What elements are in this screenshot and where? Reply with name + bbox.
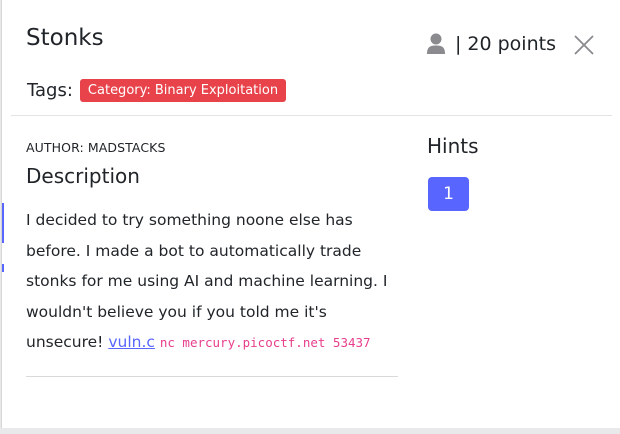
challenge-title: Stonks (26, 25, 104, 51)
hint-button-1[interactable]: 1 (428, 177, 469, 211)
user-icon (427, 33, 445, 55)
description-divider (26, 376, 398, 377)
tags-label: Tags: (27, 80, 73, 101)
left-accent-bar-small (2, 264, 4, 272)
points-separator: | (455, 33, 462, 55)
points-display: | 20 points (427, 33, 556, 55)
description-body: I decided to try something noone else ha… (26, 205, 401, 359)
description-text: I decided to try something noone else ha… (26, 211, 388, 351)
file-link[interactable]: vuln.c (108, 333, 155, 351)
left-accent-bar (2, 203, 4, 243)
points-value: 20 points (467, 33, 556, 55)
tags-row: Tags: Category: Binary Exploitation (27, 79, 287, 102)
challenge-modal: Stonks | 20 points Tags: Category: Binar… (1, 0, 620, 428)
connect-command: nc mercury.picoctf.net 53437 (159, 335, 371, 350)
close-button[interactable] (572, 33, 596, 57)
author-label: AUTHOR: MADSTACKS (26, 140, 166, 155)
category-tag[interactable]: Category: Binary Exploitation (79, 79, 287, 102)
description-heading: Description (26, 164, 140, 188)
header-divider (11, 115, 612, 116)
close-icon (574, 35, 594, 55)
hints-heading: Hints (427, 134, 479, 158)
